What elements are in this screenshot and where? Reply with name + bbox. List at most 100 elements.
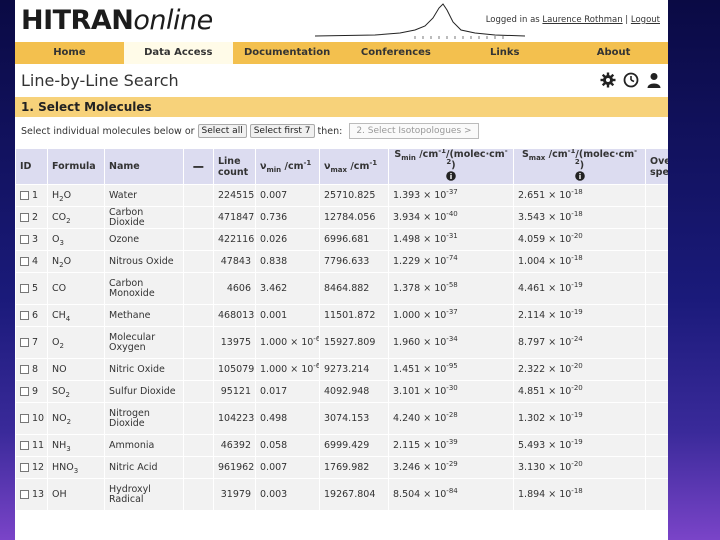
checkbox[interactable] — [20, 235, 29, 244]
user-link[interactable]: Laurence Rothman — [542, 15, 622, 25]
cell-overview[interactable] — [645, 326, 668, 359]
cell-id[interactable]: 12 — [15, 456, 48, 479]
cell-id[interactable]: 2 — [15, 206, 48, 229]
cell-id[interactable]: 1 — [15, 184, 48, 207]
info-icon[interactable] — [446, 171, 456, 181]
cell-overview[interactable] — [645, 304, 668, 327]
cell-overview[interactable] — [645, 358, 668, 381]
col-collapse[interactable]: − — [183, 148, 214, 185]
table-row[interactable]: 8NONitric Oxide1050791.000 × 10-69273.21… — [15, 358, 668, 381]
col-smin[interactable]: Smin /cm-1/(molec·cm-2) — [388, 148, 514, 185]
checkbox[interactable] — [20, 490, 29, 499]
cell-id[interactable]: 6 — [15, 304, 48, 327]
cell-name: Water — [104, 184, 184, 207]
cell-overview[interactable] — [645, 434, 668, 457]
col-vmin[interactable]: νmin /cm-1 — [255, 148, 320, 185]
nav-home[interactable]: Home — [15, 42, 124, 64]
smin-value: 3.246 × 10 — [393, 462, 447, 473]
cell-vmin: 0.736 — [255, 206, 320, 229]
smin-value: 1.451 × 10 — [393, 364, 447, 375]
molecule-id: 6 — [32, 310, 39, 321]
col-id[interactable]: ID — [15, 148, 48, 185]
nav-about[interactable]: About — [559, 42, 668, 64]
cell-overview[interactable] — [645, 380, 668, 403]
col-vmax[interactable]: νmax /cm-1 — [319, 148, 389, 185]
cell-overview[interactable] — [645, 478, 668, 511]
table-row[interactable]: 4 N2O Nitrous Oxide 47843 0.838 7796.633 1.229… — [15, 250, 668, 273]
nav-data-access[interactable]: Data Access — [123, 42, 233, 64]
table-header-row: ID Formula Name − Line count νmin /cm-1 ν… — [15, 148, 668, 185]
hitran-logo[interactable]: HITRANonline — [21, 5, 213, 36]
cell-id[interactable]: 3 — [15, 228, 48, 251]
checkbox[interactable] — [20, 387, 29, 396]
smax-exp: -20 — [571, 459, 583, 468]
cell-id[interactable]: 8 — [15, 358, 48, 381]
select-first-7-button[interactable]: Select first 7 — [249, 124, 315, 138]
cell-name: Sulfur Dioxide — [104, 380, 184, 403]
cell-overview[interactable] — [645, 456, 668, 479]
cell-overview[interactable] — [645, 228, 668, 251]
cell-overview[interactable] — [645, 184, 668, 207]
table-row[interactable]: 11 NH3 Ammonia 46392 0.058 6999.429 2.115 × 10… — [15, 434, 668, 457]
col-overview[interactable]: Overviewspectrum — [645, 148, 668, 185]
cell-id[interactable]: 9 — [15, 380, 48, 403]
table-row[interactable]: 12 HNO3 Nitric Acid 961962 0.007 1769.982 3.24… — [15, 456, 668, 479]
vmin-sup: -1 — [303, 158, 312, 167]
col-name[interactable]: Name — [104, 148, 184, 185]
cell-empty — [183, 358, 214, 381]
cell-id[interactable]: 13 — [15, 478, 48, 511]
table-row[interactable]: 5 CO Carbon Monoxide 4606 3.462 8464.882 1.378… — [15, 272, 668, 305]
logout-link[interactable]: Logout — [631, 15, 660, 25]
smin-exp: -30 — [446, 383, 458, 392]
cell-id[interactable]: 7 — [15, 326, 48, 359]
table-row[interactable]: 2 CO2 Carbon Dioxide 471847 0.736 12784.056 3.… — [15, 206, 668, 229]
cell-overview[interactable] — [645, 402, 668, 435]
cell-smin: 1.498 × 10-31 — [388, 228, 514, 251]
table-row[interactable]: 3 O3 Ozone 422116 0.026 6996.681 1.498 × 10-31… — [15, 228, 668, 251]
cell-empty — [183, 456, 214, 479]
cell-id[interactable]: 5 — [15, 272, 48, 305]
next-step-button[interactable]: 2. Select Isotopologues > — [349, 123, 479, 139]
nav-documentation[interactable]: Documentation — [233, 42, 342, 64]
col-smax[interactable]: Smax /cm-1/(molec·cm-2) — [513, 148, 646, 185]
checkbox[interactable] — [20, 257, 29, 266]
cell-id[interactable]: 10 — [15, 402, 48, 435]
table-row[interactable]: 1 H2O Water 224515 0.007 25710.825 1.393 × 10-… — [15, 184, 668, 207]
checkbox[interactable] — [20, 284, 29, 293]
checkbox[interactable] — [20, 365, 29, 374]
cell-line-count: 471847 — [213, 206, 256, 229]
smax-exp: -20 — [571, 231, 583, 240]
checkbox[interactable] — [20, 311, 29, 320]
table-row[interactable]: 13 OH Hydroxyl Radical 31979 0.003 19267.804 8… — [15, 478, 668, 511]
cell-overview[interactable] — [645, 250, 668, 273]
info-icon[interactable] — [574, 171, 585, 181]
select-all-button[interactable]: Select all — [197, 124, 247, 138]
formula-main: CO — [52, 283, 67, 294]
vmin-sub: min — [266, 165, 282, 174]
table-row[interactable]: 6 CH4 Methane 468013 0.001 11501.872 1.000 × 1… — [15, 304, 668, 327]
checkbox[interactable] — [20, 191, 29, 200]
nav-links[interactable]: Links — [450, 42, 559, 64]
user-icon[interactable] — [646, 72, 662, 88]
table-row[interactable]: 10 NO2 Nitrogen Dioxide 104223 0.498 3074.153… — [15, 402, 668, 435]
col-formula[interactable]: Formula — [47, 148, 105, 185]
checkbox[interactable] — [20, 441, 29, 450]
checkbox[interactable] — [20, 463, 29, 472]
col-line-count[interactable]: Line count — [213, 148, 256, 185]
checkbox[interactable] — [20, 414, 29, 423]
cell-overview[interactable] — [645, 206, 668, 229]
gear-icon[interactable] — [600, 72, 616, 88]
smin-exp: -84 — [446, 486, 458, 495]
table-row[interactable]: 9 SO2 Sulfur Dioxide 95121 0.017 4092.948 3.10… — [15, 380, 668, 403]
checkbox[interactable] — [20, 338, 29, 347]
cell-overview[interactable] — [645, 272, 668, 305]
vmin-value: 0.736 — [260, 212, 288, 223]
checkbox[interactable] — [20, 213, 29, 222]
browser-page: HITRANonline Logged in as Laurence Rothm… — [15, 0, 668, 540]
table-row[interactable]: 7O2Molecular Oxygen139751.000 × 10-61592… — [15, 326, 668, 359]
cell-empty — [183, 272, 214, 305]
cell-id[interactable]: 11 — [15, 434, 48, 457]
clock-icon[interactable] — [623, 72, 639, 88]
cell-id[interactable]: 4 — [15, 250, 48, 273]
nav-conferences[interactable]: Conferences — [341, 42, 450, 64]
